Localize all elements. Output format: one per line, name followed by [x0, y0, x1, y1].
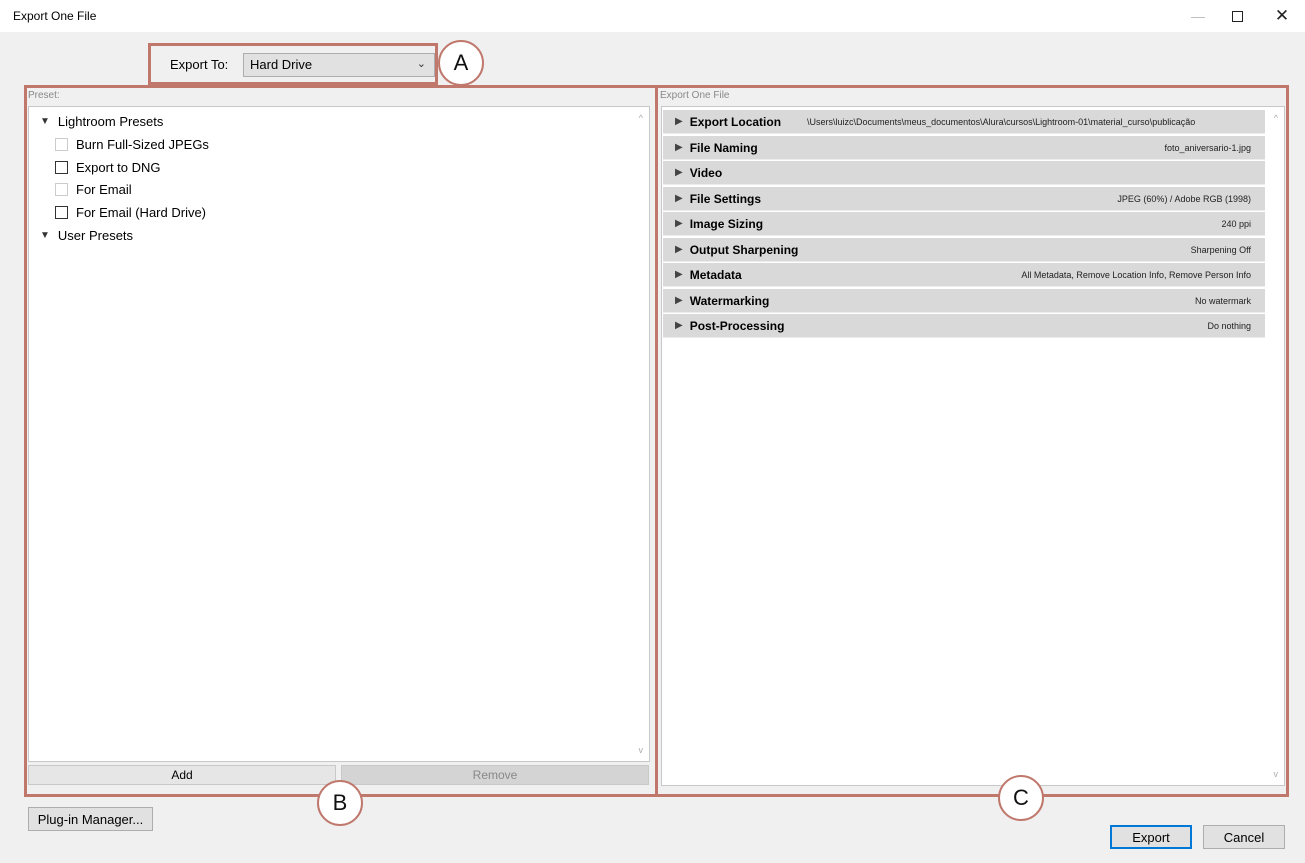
scroll-up-icon[interactable]: ^ [639, 113, 643, 123]
preset-checkbox [55, 183, 68, 196]
settings-panel-label: Export One File [660, 90, 730, 101]
expand-triangle-icon: ▶ [675, 295, 683, 306]
minimize-icon: — [1191, 8, 1205, 24]
collapse-triangle-icon: ▼ [40, 116, 50, 127]
expand-triangle-icon: ▶ [675, 244, 683, 255]
maximize-button[interactable] [1214, 0, 1260, 32]
export-to-select[interactable]: Hard Drive ⌄ [243, 53, 435, 77]
maximize-icon [1231, 10, 1243, 22]
section-value: foto_aniversario-1.jpg [1164, 142, 1251, 153]
section-name: Export Location [689, 114, 782, 129]
section-name: Image Sizing [689, 216, 764, 231]
section-value: All Metadata, Remove Location Info, Remo… [1021, 269, 1251, 280]
annotation-marker-a: A [438, 40, 484, 86]
tree-group-label: Lightroom Presets [57, 114, 164, 129]
scroll-down-icon[interactable]: v [639, 745, 644, 755]
preset-label: Preset: [28, 90, 60, 101]
export-to-label: Export To: [170, 57, 229, 72]
section-value: 240 ppi [1221, 218, 1251, 229]
chevron-down-icon: ⌄ [416, 58, 426, 70]
preset-checkbox [55, 138, 68, 151]
section-name: Post-Processing [689, 318, 785, 333]
window-title: Export One File [13, 9, 97, 23]
tree-group-user-presets[interactable]: ▼ User Presets [40, 228, 133, 243]
annotation-marker-c: C [998, 775, 1044, 821]
close-icon: ✕ [1274, 6, 1290, 25]
tree-group-label: User Presets [57, 228, 134, 243]
title-bar: Export One File — ✕ [0, 0, 1305, 32]
export-to-selected-value: Hard Drive [250, 57, 313, 72]
expand-triangle-icon: ▶ [675, 193, 683, 204]
expand-triangle-icon: ▶ [675, 116, 683, 127]
tree-item-label: For Email [76, 182, 132, 197]
scroll-down-icon[interactable]: v [1274, 769, 1279, 779]
scroll-up-icon[interactable]: ^ [1274, 113, 1278, 123]
expand-triangle-icon: ▶ [675, 167, 683, 178]
expand-triangle-icon: ▶ [675, 142, 683, 153]
section-name: File Naming [689, 140, 758, 155]
cancel-button[interactable]: Cancel [1203, 825, 1285, 849]
annotation-marker-b: B [317, 780, 363, 826]
section-name: Output Sharpening [689, 242, 799, 257]
remove-preset-button: Remove [341, 765, 649, 785]
section-metadata[interactable]: ▶ Metadata All Metadata, Remove Location… [663, 263, 1265, 287]
add-preset-button[interactable]: Add [28, 765, 336, 785]
section-output-sharpening[interactable]: ▶ Output Sharpening Sharpening Off [663, 238, 1265, 262]
preset-checkbox[interactable] [55, 161, 68, 174]
section-name: Watermarking [689, 293, 770, 308]
section-image-sizing[interactable]: ▶ Image Sizing 240 ppi [663, 212, 1265, 236]
section-value: Sharpening Off [1190, 244, 1251, 255]
tree-item-label: Burn Full-Sized JPEGs [76, 137, 209, 152]
tree-item-for-email-hard-drive[interactable]: For Email (Hard Drive) [55, 205, 206, 220]
section-file-settings[interactable]: ▶ File Settings JPEG (60%) / Adobe RGB (… [663, 187, 1265, 211]
section-value: \Users\luizc\Documents\meus_documentos\A… [807, 116, 1196, 127]
section-file-naming[interactable]: ▶ File Naming foto_aniversario-1.jpg [663, 136, 1265, 160]
section-name: File Settings [689, 191, 762, 206]
section-value: JPEG (60%) / Adobe RGB (1998) [1117, 193, 1251, 204]
section-name: Video [689, 165, 723, 180]
section-video[interactable]: ▶ Video [663, 161, 1265, 185]
plugin-manager-button[interactable]: Plug-in Manager... [28, 807, 153, 831]
expand-triangle-icon: ▶ [675, 320, 683, 331]
tree-item-label: For Email (Hard Drive) [76, 205, 207, 220]
tree-group-lightroom-presets[interactable]: ▼ Lightroom Presets [40, 114, 163, 129]
tree-item-label: Export to DNG [76, 160, 161, 175]
preset-checkbox[interactable] [55, 206, 68, 219]
section-export-location[interactable]: ▶ Export Location \Users\luizc\Documents… [663, 110, 1265, 134]
section-value: No watermark [1194, 295, 1251, 306]
section-value: Do nothing [1207, 320, 1251, 331]
tree-item-for-email[interactable]: For Email [55, 182, 132, 197]
tree-item-burn-full-sized-jpegs[interactable]: Burn Full-Sized JPEGs [55, 137, 209, 152]
expand-triangle-icon: ▶ [675, 269, 683, 280]
close-button[interactable]: ✕ [1259, 0, 1305, 32]
section-name: Metadata [689, 267, 742, 282]
export-button[interactable]: Export [1110, 825, 1192, 849]
collapse-triangle-icon: ▼ [40, 230, 50, 241]
expand-triangle-icon: ▶ [675, 218, 683, 229]
tree-item-export-to-dng[interactable]: Export to DNG [55, 160, 161, 175]
section-watermarking[interactable]: ▶ Watermarking No watermark [663, 289, 1265, 313]
section-post-processing[interactable]: ▶ Post-Processing Do nothing [663, 314, 1265, 338]
